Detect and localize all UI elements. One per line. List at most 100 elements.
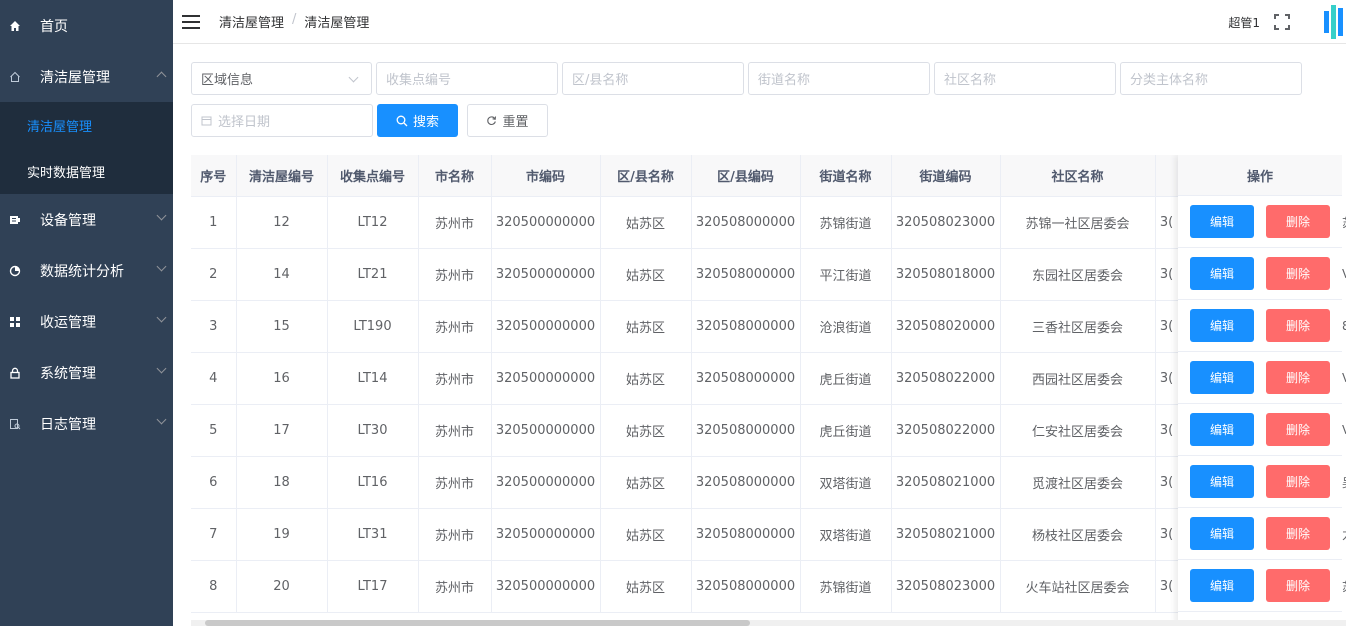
table-cell: 3( <box>1155 456 1179 509</box>
search-button[interactable]: 搜索 <box>377 104 458 137</box>
menu-label-system: 系统管理 <box>40 365 96 382</box>
table-cell: 320508000000 <box>691 560 801 613</box>
table-row: 6 18 LT16 苏州市 320500000000 姑苏区 320508000000 双塔街… <box>191 456 1179 509</box>
delete-button[interactable]: 删除 <box>1266 257 1330 290</box>
column-header: 区/县编码 <box>691 155 801 197</box>
edit-button[interactable]: 编辑 <box>1190 517 1254 550</box>
table-cell: 苏州市 <box>418 456 492 509</box>
table-cell: 3( <box>1155 560 1179 613</box>
delete-button[interactable]: 删除 <box>1266 517 1330 550</box>
row-edge-glyph: 苏 <box>1342 560 1346 612</box>
table-cell: 姑苏区 <box>600 300 692 353</box>
column-header: 街道名称 <box>800 155 892 197</box>
menu-item-system[interactable]: 系统管理 <box>0 347 173 398</box>
edit-button[interactable]: 编辑 <box>1190 205 1254 238</box>
operations-row: 编辑 删除 <box>1178 300 1342 352</box>
menu-item-statistics[interactable]: 数据统计分析 <box>0 245 173 296</box>
delete-button[interactable]: 删除 <box>1266 569 1330 602</box>
date-picker[interactable]: 选择日期 <box>191 104 373 137</box>
table-cell: 8 <box>191 560 237 613</box>
operations-header: 操作 <box>1178 155 1342 196</box>
menu-item-cleaning-house[interactable]: 清洁屋管理 <box>0 51 173 102</box>
table-cell: 320508000000 <box>691 248 801 301</box>
data-table: 序号 清洁屋编号 收集点编号 市名称 市编码 区/县名称 区/县编码 街道名称 街道编码 社区名称… <box>191 155 1346 626</box>
menu-item-transport[interactable]: 收运管理 <box>0 296 173 347</box>
category-entity-input[interactable]: 分类主体名称 <box>1120 62 1302 95</box>
search-label: 搜索 <box>412 115 439 130</box>
column-header: 社区名称 <box>1000 155 1156 197</box>
table-cell: LT30 <box>327 404 419 457</box>
edit-button[interactable]: 编辑 <box>1190 569 1254 602</box>
chevron-down-icon <box>348 72 359 83</box>
breadcrumb-item[interactable]: 清洁屋管理 <box>219 12 284 31</box>
table-row: 2 14 LT21 苏州市 320500000000 姑苏区 320508000000 平江街… <box>191 248 1179 301</box>
username[interactable]: 超管1 <box>1228 14 1260 31</box>
table-row: 7 19 LT31 苏州市 320500000000 姑苏区 320508000000 双塔街… <box>191 508 1179 561</box>
edit-button[interactable]: 编辑 <box>1190 413 1254 446</box>
delete-button[interactable]: 删除 <box>1266 413 1330 446</box>
ops-edge-column: 苏V8VV吴力苏 <box>1342 196 1346 612</box>
edit-button[interactable]: 编辑 <box>1190 257 1254 290</box>
delete-button[interactable]: 删除 <box>1266 361 1330 394</box>
horizontal-scrollbar[interactable] <box>191 620 1346 626</box>
table-cell: 姑苏区 <box>600 196 692 249</box>
column-header: 区/县名称 <box>600 155 692 197</box>
street-input[interactable]: 街道名称 <box>748 62 930 95</box>
scrollbar-thumb[interactable] <box>205 620 750 626</box>
menu-label-device: 设备管理 <box>40 212 96 229</box>
column-header: 序号 <box>191 155 237 197</box>
table-header-row: 序号 清洁屋编号 收集点编号 市名称 市编码 区/县名称 区/县编码 街道名称 街道编码 社区名称 <box>191 155 1179 197</box>
table-cell: 320500000000 <box>491 560 601 613</box>
table-cell: 320508021000 <box>891 508 1001 561</box>
date-placeholder: 选择日期 <box>218 115 271 130</box>
logo-icon <box>1324 5 1346 39</box>
collection-point-input[interactable]: 收集点编号 <box>376 62 558 95</box>
operations-row: 编辑 删除 <box>1178 352 1342 404</box>
menu-label-cleaning-house: 清洁屋管理 <box>40 69 110 86</box>
breadcrumb: 清洁屋管理 / 清洁屋管理 <box>219 12 369 31</box>
operations-row: 编辑 删除 <box>1178 248 1342 300</box>
fullscreen-icon[interactable] <box>1274 14 1290 30</box>
table-cell: 14 <box>236 248 328 301</box>
table-cell: 苏州市 <box>418 352 492 405</box>
community-input[interactable]: 社区名称 <box>934 62 1116 95</box>
table-cell: 320508000000 <box>691 508 801 561</box>
table-cell: 320508020000 <box>891 300 1001 353</box>
menu-label-home: 首页 <box>40 18 68 35</box>
edit-button[interactable]: 编辑 <box>1190 309 1254 342</box>
table-cell: 320508000000 <box>691 352 801 405</box>
table-row: 1 12 LT12 苏州市 320500000000 姑苏区 320508000000 苏锦街… <box>191 196 1179 249</box>
menu-item-home[interactable]: 首页 <box>0 0 173 51</box>
hamburger-menu-icon[interactable] <box>182 14 200 29</box>
submenu-item-realtime-data[interactable]: 实时数据管理 <box>0 148 173 194</box>
table-cell: 6 <box>191 456 237 509</box>
submenu-item-cleaning-house[interactable]: 清洁屋管理 <box>0 102 173 148</box>
refresh-icon <box>486 115 497 126</box>
delete-button[interactable]: 删除 <box>1266 465 1330 498</box>
table-cell: 苏州市 <box>418 508 492 561</box>
menu-item-device[interactable]: 设备管理 <box>0 194 173 245</box>
menu-item-log[interactable]: 日志管理 <box>0 398 173 449</box>
table-cell: 19 <box>236 508 328 561</box>
table-cell: LT17 <box>327 560 419 613</box>
operations-row: 编辑 删除 <box>1178 404 1342 456</box>
menu-label-statistics: 数据统计分析 <box>40 263 124 280</box>
region-select[interactable]: 区域信息 <box>191 62 372 95</box>
delete-button[interactable]: 删除 <box>1266 205 1330 238</box>
column-header: 市名称 <box>418 155 492 197</box>
reset-button[interactable]: 重置 <box>467 104 548 137</box>
column-header <box>1155 155 1179 197</box>
table-cell: 虎丘街道 <box>800 352 892 405</box>
delete-button[interactable]: 删除 <box>1266 309 1330 342</box>
table-cell: 姑苏区 <box>600 456 692 509</box>
chevron-down-icon <box>156 363 167 374</box>
table-cell: 苏锦一社区居委会 <box>1000 196 1156 249</box>
edit-button[interactable]: 编辑 <box>1190 361 1254 394</box>
table-cell: 杨枝社区居委会 <box>1000 508 1156 561</box>
district-input[interactable]: 区/县名称 <box>562 62 744 95</box>
table-cell: 320500000000 <box>491 508 601 561</box>
edit-button[interactable]: 编辑 <box>1190 465 1254 498</box>
table-cell: LT21 <box>327 248 419 301</box>
column-header: 街道编码 <box>891 155 1001 197</box>
table-cell: 苏州市 <box>418 404 492 457</box>
